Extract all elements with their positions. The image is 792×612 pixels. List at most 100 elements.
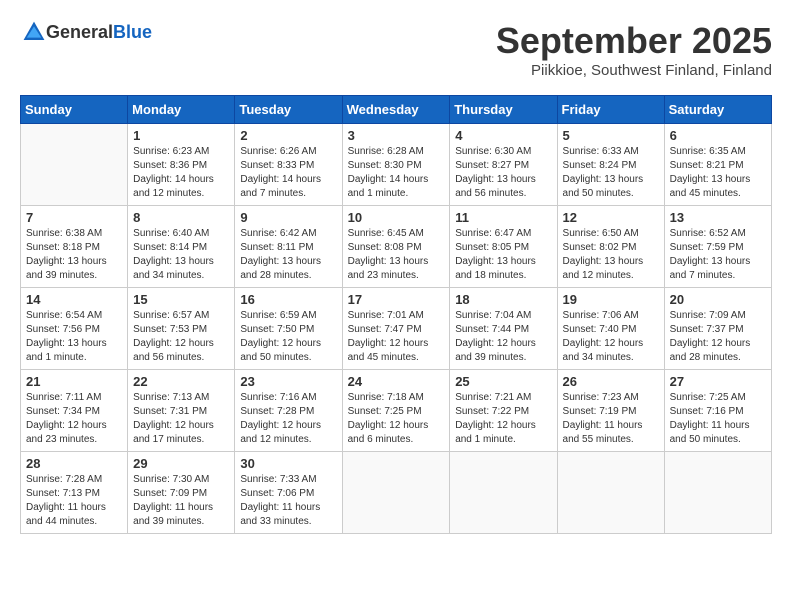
day-info: Sunrise: 7:11 AM Sunset: 7:34 PM Dayligh… xyxy=(26,391,122,447)
day-number: 9 xyxy=(240,210,336,225)
day-number: 13 xyxy=(670,210,766,225)
weekday-header-thursday: Thursday xyxy=(450,96,557,124)
day-number: 5 xyxy=(563,128,659,143)
day-number: 10 xyxy=(348,210,445,225)
calendar-cell: 21 Sunrise: 7:11 AM Sunset: 7:34 PM Dayli… xyxy=(21,370,128,452)
day-number: 12 xyxy=(563,210,659,225)
day-info: Sunrise: 7:25 AM Sunset: 7:16 PM Dayligh… xyxy=(670,391,766,447)
day-number: 20 xyxy=(670,292,766,307)
calendar-cell xyxy=(664,452,771,534)
calendar-cell: 29 Sunrise: 7:30 AM Sunset: 7:09 PM Dayli… xyxy=(128,452,235,534)
calendar-cell xyxy=(21,124,128,206)
day-number: 29 xyxy=(133,456,229,471)
calendar-week-row: 21 Sunrise: 7:11 AM Sunset: 7:34 PM Dayli… xyxy=(21,370,772,452)
day-info: Sunrise: 6:26 AM Sunset: 8:33 PM Dayligh… xyxy=(240,145,336,201)
page-header: GeneralBlue September 2025 Piikkioe, Sou… xyxy=(20,20,772,79)
day-info: Sunrise: 6:30 AM Sunset: 8:27 PM Dayligh… xyxy=(455,145,551,201)
day-number: 23 xyxy=(240,374,336,389)
day-number: 16 xyxy=(240,292,336,307)
day-info: Sunrise: 6:59 AM Sunset: 7:50 PM Dayligh… xyxy=(240,309,336,365)
day-number: 14 xyxy=(26,292,122,307)
calendar-cell: 22 Sunrise: 7:13 AM Sunset: 7:31 PM Dayli… xyxy=(128,370,235,452)
day-info: Sunrise: 7:01 AM Sunset: 7:47 PM Dayligh… xyxy=(348,309,445,365)
day-number: 3 xyxy=(348,128,445,143)
calendar-week-row: 7 Sunrise: 6:38 AM Sunset: 8:18 PM Daylig… xyxy=(21,206,772,288)
day-number: 21 xyxy=(26,374,122,389)
day-info: Sunrise: 7:33 AM Sunset: 7:06 PM Dayligh… xyxy=(240,473,336,529)
day-info: Sunrise: 6:47 AM Sunset: 8:05 PM Dayligh… xyxy=(455,227,551,283)
logo: GeneralBlue xyxy=(20,20,152,44)
calendar-week-row: 14 Sunrise: 6:54 AM Sunset: 7:56 PM Dayli… xyxy=(21,288,772,370)
day-number: 30 xyxy=(240,456,336,471)
day-number: 26 xyxy=(563,374,659,389)
day-info: Sunrise: 7:30 AM Sunset: 7:09 PM Dayligh… xyxy=(133,473,229,529)
logo-general: General xyxy=(46,22,113,42)
day-info: Sunrise: 6:23 AM Sunset: 8:36 PM Dayligh… xyxy=(133,145,229,201)
calendar-cell: 1 Sunrise: 6:23 AM Sunset: 8:36 PM Daylig… xyxy=(128,124,235,206)
day-number: 11 xyxy=(455,210,551,225)
day-info: Sunrise: 7:04 AM Sunset: 7:44 PM Dayligh… xyxy=(455,309,551,365)
month-title: September 2025 xyxy=(496,20,772,62)
calendar-cell: 10 Sunrise: 6:45 AM Sunset: 8:08 PM Dayli… xyxy=(342,206,450,288)
calendar-cell: 27Sunrise: 7:25 AM Sunset: 7:16 PM Dayli… xyxy=(664,370,771,452)
location-title: Piikkioe, Southwest Finland, Finland xyxy=(496,62,772,79)
day-number: 15 xyxy=(133,292,229,307)
calendar-cell: 20 Sunrise: 7:09 AM Sunset: 7:37 PM Dayli… xyxy=(664,288,771,370)
calendar-cell: 8Sunrise: 6:40 AM Sunset: 8:14 PM Daylig… xyxy=(128,206,235,288)
day-number: 25 xyxy=(455,374,551,389)
day-info: Sunrise: 7:28 AM Sunset: 7:13 PM Dayligh… xyxy=(26,473,122,529)
day-info: Sunrise: 6:35 AM Sunset: 8:21 PM Dayligh… xyxy=(670,145,766,201)
day-number: 6 xyxy=(670,128,766,143)
calendar-cell xyxy=(342,452,450,534)
calendar-cell: 12 Sunrise: 6:50 AM Sunset: 8:02 PM Dayli… xyxy=(557,206,664,288)
calendar-cell xyxy=(450,452,557,534)
calendar-cell: 16 Sunrise: 6:59 AM Sunset: 7:50 PM Dayli… xyxy=(235,288,342,370)
weekday-header-saturday: Saturday xyxy=(664,96,771,124)
logo-blue: Blue xyxy=(113,22,152,42)
weekday-header-row: SundayMondayTuesdayWednesdayThursdayFrid… xyxy=(21,96,772,124)
day-number: 17 xyxy=(348,292,445,307)
calendar-cell: 25Sunrise: 7:21 AM Sunset: 7:22 PM Dayli… xyxy=(450,370,557,452)
day-number: 4 xyxy=(455,128,551,143)
day-info: Sunrise: 7:09 AM Sunset: 7:37 PM Dayligh… xyxy=(670,309,766,365)
calendar-cell: 13Sunrise: 6:52 AM Sunset: 7:59 PM Dayli… xyxy=(664,206,771,288)
calendar-cell: 24 Sunrise: 7:18 AM Sunset: 7:25 PM Dayli… xyxy=(342,370,450,452)
day-info: Sunrise: 6:45 AM Sunset: 8:08 PM Dayligh… xyxy=(348,227,445,283)
calendar-cell: 28Sunrise: 7:28 AM Sunset: 7:13 PM Dayli… xyxy=(21,452,128,534)
day-number: 1 xyxy=(133,128,229,143)
calendar-cell: 2 Sunrise: 6:26 AM Sunset: 8:33 PM Daylig… xyxy=(235,124,342,206)
calendar-body: 1 Sunrise: 6:23 AM Sunset: 8:36 PM Daylig… xyxy=(21,124,772,534)
day-info: Sunrise: 7:16 AM Sunset: 7:28 PM Dayligh… xyxy=(240,391,336,447)
calendar-cell: 5 Sunrise: 6:33 AM Sunset: 8:24 PM Daylig… xyxy=(557,124,664,206)
calendar-cell: 14 Sunrise: 6:54 AM Sunset: 7:56 PM Dayli… xyxy=(21,288,128,370)
day-number: 2 xyxy=(240,128,336,143)
weekday-header-sunday: Sunday xyxy=(21,96,128,124)
day-info: Sunrise: 6:33 AM Sunset: 8:24 PM Dayligh… xyxy=(563,145,659,201)
day-number: 7 xyxy=(26,210,122,225)
day-number: 24 xyxy=(348,374,445,389)
day-info: Sunrise: 7:18 AM Sunset: 7:25 PM Dayligh… xyxy=(348,391,445,447)
day-info: Sunrise: 7:23 AM Sunset: 7:19 PM Dayligh… xyxy=(563,391,659,447)
calendar-cell: 3Sunrise: 6:28 AM Sunset: 8:30 PM Daylig… xyxy=(342,124,450,206)
weekday-header-wednesday: Wednesday xyxy=(342,96,450,124)
day-info: Sunrise: 6:57 AM Sunset: 7:53 PM Dayligh… xyxy=(133,309,229,365)
day-info: Sunrise: 7:13 AM Sunset: 7:31 PM Dayligh… xyxy=(133,391,229,447)
weekday-header-monday: Monday xyxy=(128,96,235,124)
calendar-cell: 7 Sunrise: 6:38 AM Sunset: 8:18 PM Daylig… xyxy=(21,206,128,288)
calendar-week-row: 1 Sunrise: 6:23 AM Sunset: 8:36 PM Daylig… xyxy=(21,124,772,206)
day-number: 19 xyxy=(563,292,659,307)
day-number: 22 xyxy=(133,374,229,389)
calendar-cell: 15 Sunrise: 6:57 AM Sunset: 7:53 PM Dayli… xyxy=(128,288,235,370)
weekday-header-friday: Friday xyxy=(557,96,664,124)
weekday-header-tuesday: Tuesday xyxy=(235,96,342,124)
calendar-cell: 9Sunrise: 6:42 AM Sunset: 8:11 PM Daylig… xyxy=(235,206,342,288)
calendar-cell: 4 Sunrise: 6:30 AM Sunset: 8:27 PM Daylig… xyxy=(450,124,557,206)
calendar-week-row: 28Sunrise: 7:28 AM Sunset: 7:13 PM Dayli… xyxy=(21,452,772,534)
day-info: Sunrise: 6:38 AM Sunset: 8:18 PM Dayligh… xyxy=(26,227,122,283)
title-block: September 2025 Piikkioe, Southwest Finla… xyxy=(496,20,772,79)
day-number: 8 xyxy=(133,210,229,225)
day-info: Sunrise: 6:50 AM Sunset: 8:02 PM Dayligh… xyxy=(563,227,659,283)
calendar-cell: 11 Sunrise: 6:47 AM Sunset: 8:05 PM Dayli… xyxy=(450,206,557,288)
calendar-cell: 6 Sunrise: 6:35 AM Sunset: 8:21 PM Daylig… xyxy=(664,124,771,206)
day-info: Sunrise: 6:54 AM Sunset: 7:56 PM Dayligh… xyxy=(26,309,122,365)
